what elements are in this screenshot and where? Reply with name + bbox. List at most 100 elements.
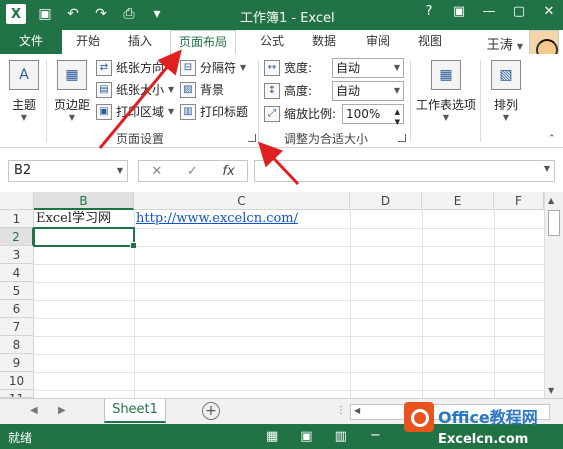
select-all-corner[interactable] bbox=[0, 192, 34, 210]
sheet-options-dots-icon[interactable]: ⋮ bbox=[336, 405, 346, 416]
help-button[interactable]: ? bbox=[421, 4, 437, 19]
page-break-view-icon[interactable]: ▥ bbox=[335, 429, 347, 444]
scroll-up-icon[interactable]: ▲ bbox=[548, 196, 554, 205]
vertical-scrollbar[interactable]: ▲ ▼ bbox=[544, 192, 563, 398]
group-separator bbox=[258, 60, 259, 142]
scroll-down-icon[interactable]: ▼ bbox=[548, 386, 554, 395]
enter-icon[interactable]: ✓ bbox=[187, 164, 198, 179]
tab-view[interactable]: 视图 bbox=[410, 30, 450, 54]
themes-button[interactable]: A 主题 ▼ bbox=[2, 58, 46, 128]
breaks-button[interactable]: ⊟ 分隔符 ▼ bbox=[180, 58, 246, 78]
normal-view-icon[interactable]: ▦ bbox=[266, 429, 278, 444]
formula-input[interactable]: ▼ bbox=[254, 160, 555, 182]
user-name[interactable]: 王涛 ▼ bbox=[487, 34, 523, 53]
row-header[interactable]: 9 bbox=[0, 354, 34, 372]
minimize-button[interactable]: — bbox=[481, 4, 497, 19]
cell-b1[interactable]: Excel学习网 bbox=[36, 210, 111, 228]
tab-insert[interactable]: 插入 bbox=[120, 30, 160, 54]
scale-spinner[interactable]: 100% ▲ ▼ bbox=[342, 104, 404, 126]
tab-page-layout[interactable]: 页面布局 bbox=[170, 30, 237, 55]
page-layout-view-icon[interactable]: ▣ bbox=[300, 429, 312, 444]
column-header-f[interactable]: F bbox=[494, 192, 544, 210]
title-bar: X ▣ ↶ ↷ ⎙ ▾ 工作簿1 - Excel ? ▣ — ▢ ✕ bbox=[0, 0, 563, 30]
scale-icon: ⤢ bbox=[264, 106, 280, 122]
ribbon-display-button[interactable]: ▣ bbox=[451, 4, 467, 19]
watermark-site: Excelcn.com bbox=[438, 432, 529, 447]
scroll-thumb[interactable] bbox=[548, 210, 560, 236]
breaks-icon: ⊟ bbox=[180, 60, 196, 76]
row-header[interactable]: 6 bbox=[0, 300, 34, 318]
add-sheet-button[interactable]: + bbox=[202, 402, 220, 420]
column-header-e[interactable]: E bbox=[422, 192, 494, 210]
insert-function-icon[interactable]: fx bbox=[222, 164, 234, 179]
sheet-options-button[interactable]: ▦ 工作表选项 ▼ bbox=[414, 58, 478, 128]
chevron-down-icon: ▼ bbox=[393, 63, 400, 72]
ribbon-tabs: 文件 开始 插入 页面布局 公式 数据 审阅 视图 王涛 ▼ bbox=[0, 30, 563, 61]
row-header[interactable]: 4 bbox=[0, 264, 34, 282]
cancel-icon[interactable]: ✕ bbox=[151, 164, 162, 179]
tab-home[interactable]: 开始 bbox=[68, 30, 108, 54]
undo-icon[interactable]: ↶ bbox=[64, 6, 82, 22]
height-combo[interactable]: 自动 ▼ bbox=[332, 81, 404, 101]
customize-qat-icon[interactable]: ▾ bbox=[148, 6, 166, 22]
row-header[interactable]: 11 bbox=[0, 390, 34, 398]
sheet-tab-sheet1[interactable]: Sheet1 bbox=[104, 399, 166, 423]
page-setup-launcher-icon[interactable] bbox=[248, 134, 256, 142]
arrange-button[interactable]: ▧ 排列 ▼ bbox=[484, 58, 528, 128]
row-header[interactable]: 3 bbox=[0, 246, 34, 264]
ribbon-page-layout: A 主题 ▼ ▦ 页边距 ▼ ⇄ 纸张方向 ▼ ▤ 纸张大小 ▼ ▣ 打印区域 … bbox=[0, 54, 563, 148]
maximize-button[interactable]: ▢ bbox=[511, 4, 527, 19]
tab-data[interactable]: 数据 bbox=[304, 30, 344, 54]
group-separator bbox=[480, 60, 481, 142]
size-button[interactable]: ▤ 纸张大小 ▼ bbox=[96, 80, 174, 100]
row-header[interactable]: 5 bbox=[0, 282, 34, 300]
page-setup-group-label: 页面设置 bbox=[116, 132, 165, 146]
view-buttons: ▦ ▣ ▥ bbox=[266, 429, 347, 444]
scale-label: ⤢ 缩放比例: bbox=[264, 104, 336, 124]
row-header[interactable]: 1 bbox=[0, 210, 34, 228]
window-title: 工作簿1 - Excel bbox=[240, 11, 335, 26]
tab-review[interactable]: 审阅 bbox=[358, 30, 398, 54]
scroll-left-icon[interactable]: ◀ bbox=[354, 406, 360, 415]
print-area-button[interactable]: ▣ 打印区域 ▼ bbox=[96, 102, 174, 122]
print-preview-icon[interactable]: ⎙ bbox=[120, 6, 138, 22]
margins-button[interactable]: ▦ 页边距 ▼ bbox=[50, 58, 94, 128]
print-titles-button[interactable]: ▥ 打印标题 bbox=[180, 102, 248, 122]
grid-line bbox=[34, 318, 544, 319]
print-titles-icon: ▥ bbox=[180, 104, 196, 120]
column-header-b[interactable]: B bbox=[34, 192, 134, 210]
zoom-out-icon[interactable]: − bbox=[370, 428, 381, 443]
group-separator bbox=[410, 60, 411, 142]
next-sheet-icon[interactable]: ▶ bbox=[58, 405, 66, 416]
collapse-ribbon-icon[interactable]: ⌃ bbox=[548, 134, 556, 144]
worksheet-grid[interactable]: B C D E F 1 2 3 4 5 6 7 8 9 10 11 Excel学… bbox=[0, 192, 563, 398]
row-header[interactable]: 2 bbox=[0, 228, 34, 246]
spin-down-icon[interactable]: ▼ bbox=[395, 113, 400, 131]
prev-sheet-icon[interactable]: ◀ bbox=[30, 405, 38, 416]
height-icon: ↕ bbox=[264, 83, 280, 99]
row-header[interactable]: 10 bbox=[0, 372, 34, 390]
formula-buttons: ✕ ✓ fx bbox=[138, 160, 248, 182]
status-text: 就绪 bbox=[8, 431, 33, 445]
cell-c1-link[interactable]: http://www.excelcn.com/ bbox=[136, 210, 298, 228]
orientation-button[interactable]: ⇄ 纸张方向 ▼ bbox=[96, 58, 174, 78]
tab-formulas[interactable]: 公式 bbox=[252, 30, 292, 54]
row-header[interactable]: 8 bbox=[0, 336, 34, 354]
active-cell-b2[interactable] bbox=[33, 227, 137, 249]
row-header[interactable]: 7 bbox=[0, 318, 34, 336]
scale-launcher-icon[interactable] bbox=[398, 134, 406, 142]
name-box[interactable]: B2 ▼ bbox=[8, 160, 128, 182]
tab-file[interactable]: 文件 bbox=[0, 30, 62, 54]
width-combo[interactable]: 自动 ▼ bbox=[332, 58, 404, 78]
grid-line bbox=[34, 282, 544, 283]
quick-access-toolbar: X ▣ ↶ ↷ ⎙ ▾ bbox=[6, 4, 166, 24]
chevron-down-icon[interactable]: ▼ bbox=[544, 164, 550, 173]
column-header-d[interactable]: D bbox=[350, 192, 422, 210]
close-button[interactable]: ✕ bbox=[541, 4, 557, 19]
background-button[interactable]: ▨ 背景 bbox=[180, 80, 224, 100]
group-separator bbox=[46, 60, 47, 142]
redo-icon[interactable]: ↷ bbox=[92, 6, 110, 22]
save-icon[interactable]: ▣ bbox=[36, 6, 54, 22]
themes-icon: A bbox=[9, 60, 39, 90]
column-header-c[interactable]: C bbox=[134, 192, 350, 210]
